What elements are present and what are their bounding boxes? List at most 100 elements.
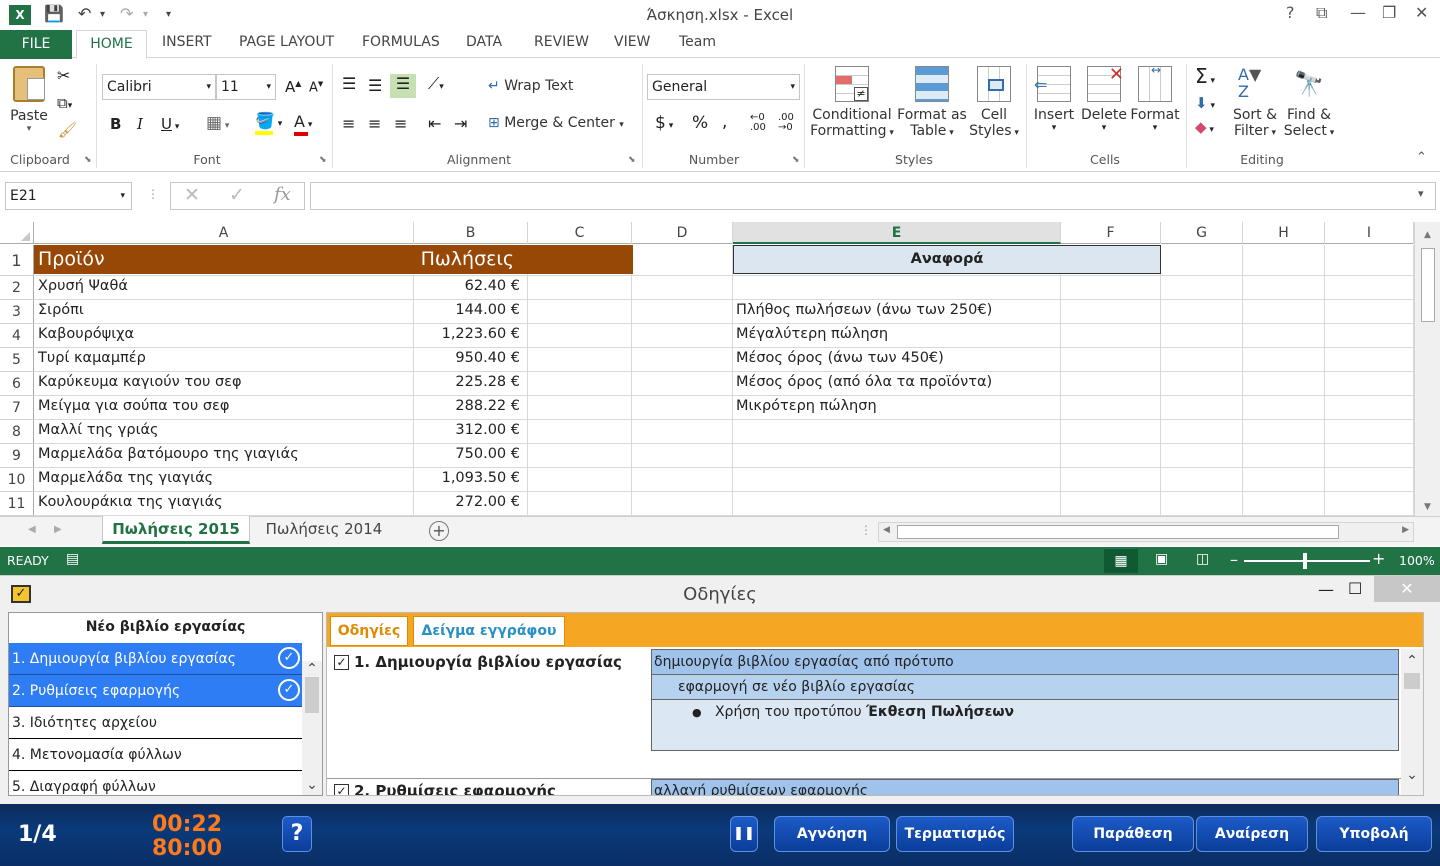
step-checkbox[interactable]: ✓ [334,655,349,670]
format-painter-icon[interactable]: 🖌 [58,121,77,139]
paste-button[interactable]: Paste ▾ [8,66,50,134]
format-as-table-button[interactable]: Format as Table ▾ [896,66,968,139]
header-report[interactable]: Αναφορά [733,245,1161,274]
underline-button[interactable]: U ▾ [161,115,179,133]
page-layout-view-icon[interactable]: ▣ [1155,551,1168,567]
borders-icon[interactable]: ▦ ▾ [206,113,229,133]
macro-recording-icon[interactable]: ▤ [66,551,79,567]
name-box[interactable]: E21 ▾ [5,182,132,210]
merge-center-button[interactable]: ⊞ Merge & Center ▾ [488,115,624,131]
cell-product[interactable]: Σιρόπι [38,302,410,318]
page-break-view-icon[interactable]: ◫ [1196,551,1209,567]
autosum-icon[interactable]: Σ ▾ [1195,64,1215,88]
scroll-sheets-right-icon[interactable]: ▶ [54,524,62,535]
copy-icon[interactable]: ⧉▾ [57,94,72,112]
cell-product[interactable]: Καρύκευμα καγιούν του σεφ [38,374,410,390]
panel-close-button[interactable]: ✕ [1374,576,1440,602]
cell-report-label[interactable]: Μικρότερη πώληση [736,398,1156,414]
align-middle-icon[interactable]: ☰ [368,76,382,95]
scrollbar-thumb[interactable] [1404,673,1420,689]
cell-sales[interactable]: 1,093.50 € [414,470,520,486]
font-size-select[interactable]: 11 ▾ [216,74,276,100]
tab-home[interactable]: HOME [76,30,147,59]
select-all-corner[interactable] [0,222,34,244]
task-item[interactable]: 3. Ιδιότητες αρχείου [9,707,302,739]
task-item[interactable]: 5. Διαγραφή φύλλων [9,771,302,795]
cell-sales[interactable]: 225.28 € [414,374,520,390]
percent-button[interactable]: % [692,113,708,133]
cell-styles-button[interactable]: Cell Styles ▾ [966,66,1022,139]
decrease-decimal-icon[interactable]: .00 →0 [778,113,794,133]
column-header[interactable]: D [632,222,733,244]
zoom-slider[interactable] [1244,553,1370,569]
scrollbar-thumb[interactable] [1420,248,1435,322]
cell-sales[interactable]: 750.00 € [414,446,520,462]
cell-sales[interactable]: 62.40 € [414,278,520,294]
column-header[interactable]: F [1061,222,1161,244]
horizontal-scrollbar[interactable]: ◀ ▶ [878,522,1414,542]
header-product[interactable]: Προϊόν [38,248,105,270]
clear-icon[interactable]: ◆ ▾ [1195,118,1214,136]
task-item[interactable]: 1. Δημιουργία βιβλίου εργασίας ✓ [9,643,302,675]
wrap-text-button[interactable]: ↵ Wrap Text [488,78,573,94]
row-header[interactable]: 4 [0,324,34,348]
row-header[interactable]: 7 [0,396,34,420]
align-left-icon[interactable]: ≡ [342,114,355,133]
tab-review[interactable]: REVIEW [534,34,589,50]
column-header[interactable]: G [1161,222,1243,244]
header-sales[interactable]: Πωλήσεις [414,248,514,270]
cell-report-label[interactable]: Πλήθος πωλήσεων (άνω των 250€) [736,302,1156,318]
column-header[interactable]: I [1325,222,1414,244]
column-header[interactable]: A [34,222,414,244]
cell-sales[interactable]: 1,223.60 € [414,326,520,342]
task-list-scrollbar[interactable]: ⌃ ⌄ [302,661,322,795]
cell-product[interactable]: Κουλουράκια της γιαγιάς [38,494,410,510]
italic-button[interactable]: I [137,115,143,133]
number-launcher-icon[interactable]: ⬊ [792,155,800,165]
tab-team[interactable]: Team [679,34,716,50]
cut-icon[interactable]: ✂ [57,66,70,85]
align-right-icon[interactable]: ≡ [394,114,407,133]
row-header[interactable]: 2 [0,276,34,300]
tab-formulas[interactable]: FORMULAS [362,34,440,50]
insert-cells-button[interactable]: ⇐ Insert ▾ [1032,66,1076,133]
minimize-button[interactable]: — [1350,3,1366,22]
column-header[interactable]: E [733,222,1061,244]
fill-color-icon[interactable]: 🪣 ▾ [255,111,282,135]
align-center-icon[interactable]: ≡ [368,114,381,133]
normal-view-button[interactable]: ▦ [1104,549,1138,573]
comma-button[interactable]: , [722,112,727,132]
conditional-formatting-button[interactable]: ≠ Conditional Formatting ▾ [810,66,894,139]
scroll-sheets-left-icon[interactable]: ◀ [28,524,36,535]
shrink-font-icon[interactable]: A▼ [309,80,323,95]
column-header[interactable]: C [528,222,632,244]
cell-product[interactable]: Μείγμα για σούπα του σεφ [38,398,410,414]
find-select-button[interactable]: 🔭 Find & Select ▾ [1282,66,1336,139]
increase-decimal-icon[interactable]: ←0.00 [750,113,766,133]
row-header[interactable]: 10 [0,468,34,492]
zoom-slider-thumb[interactable] [1303,553,1307,569]
fill-icon[interactable]: ⬇ ▾ [1195,94,1215,112]
grow-font-icon[interactable]: A▲ [285,78,301,96]
cell-product[interactable]: Χρυσή Ψαθά [38,278,410,294]
confirm-entry-icon[interactable]: ✓ [229,184,245,206]
zoom-in-icon[interactable]: + [1372,549,1385,568]
increase-indent-icon[interactable]: ⇥ [454,114,467,133]
tab-instructions[interactable]: Οδηγίες [330,616,408,646]
tab-sample-document[interactable]: Δείγμα εγγράφου [413,616,565,646]
panel-maximize-button[interactable]: ☐ [1348,579,1362,598]
help-button[interactable]: ? [282,816,312,852]
format-cells-button[interactable]: ↔ Format ▾ [1130,64,1180,133]
cell-product[interactable]: Μαρμελάδα βατόμουρο της γιαγιάς [38,446,410,462]
cell-product[interactable]: Μαρμελάδα της γιαγιάς [38,470,410,486]
row-header[interactable]: 3 [0,300,34,324]
font-name-select[interactable]: Calibri ▾ [102,74,216,100]
cell-product[interactable]: Καβουρόψιχα [38,326,410,342]
submit-button[interactable]: Υποβολή [1316,816,1432,852]
cell-report-label[interactable]: Μέσος όρος (από όλα τα προϊόντα) [736,374,1156,390]
help-icon[interactable]: ? [1286,3,1295,22]
row-header[interactable]: 6 [0,372,34,396]
sort-filter-button[interactable]: A▼ Z Sort & Filter ▾ [1230,66,1280,139]
ribbon-display-icon[interactable]: ⧉ [1316,3,1327,23]
cell-sales[interactable]: 272.00 € [414,494,520,510]
